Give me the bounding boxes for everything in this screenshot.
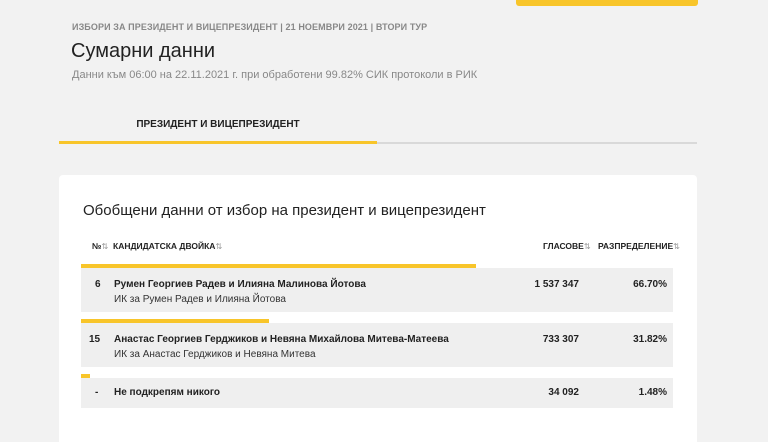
- sort-icon: ⇅: [583, 242, 591, 251]
- page-title: Сумарни данни: [71, 40, 216, 62]
- votes-value: 34 092: [548, 387, 579, 398]
- candidate-pair: Не подкрепям никого: [114, 387, 220, 398]
- sort-icon: ⇅: [673, 242, 680, 251]
- candidate-pair: Анастас Георгиев Герджиков и Невяна Миха…: [114, 334, 449, 345]
- tab-label: ПРЕЗИДЕНТ И ВИЦЕПРЕЗИДЕНТ: [136, 119, 300, 130]
- tab-president[interactable]: ПРЕЗИДЕНТ И ВИЦЕПРЕЗИДЕНТ: [59, 116, 377, 144]
- sort-icon: ⇅: [215, 242, 223, 251]
- data-status-subtitle: Данни към 06:00 на 22.11.2021 г. при обр…: [72, 69, 478, 81]
- share-value: 66.70%: [633, 279, 667, 290]
- table-row[interactable]: - Не подкрепям никого 34 092 1.48%: [81, 378, 673, 408]
- row-number: 6: [95, 279, 101, 290]
- column-header-pair[interactable]: КАНДИДАТСКА ДВОЙКА⇅: [113, 241, 222, 251]
- active-tab-indicator: [59, 141, 377, 144]
- nominating-committee: ИК за Анастас Герджиков и Невяна Митева: [114, 349, 316, 360]
- column-header-votes[interactable]: ГЛАСОВЕ⇅: [543, 241, 591, 251]
- candidate-pair: Румен Георгиев Радев и Илияна Малинова Й…: [114, 279, 366, 290]
- column-header-share[interactable]: РАЗПРЕДЕЛЕНИЕ⇅: [598, 241, 680, 251]
- sort-icon: ⇅: [101, 242, 109, 251]
- share-value: 31.82%: [633, 334, 667, 345]
- table-row[interactable]: 6 Румен Георгиев Радев и Илияна Малинова…: [81, 268, 673, 312]
- results-card: Обобщени данни от избор на президент и в…: [59, 175, 697, 442]
- row-number: 15: [89, 334, 101, 345]
- tab-bar: ПРЕЗИДЕНТ И ВИЦЕПРЕЗИДЕНТ: [59, 116, 697, 144]
- table-row[interactable]: 15 Анастас Георгиев Герджиков и Невяна М…: [81, 323, 673, 367]
- column-header-number[interactable]: №⇅: [92, 241, 108, 251]
- top-action-button[interactable]: [516, 0, 698, 6]
- share-value: 1.48%: [638, 387, 667, 398]
- votes-value: 733 307: [542, 334, 579, 345]
- breadcrumb: ИЗБОРИ ЗА ПРЕЗИДЕНТ И ВИЦЕПРЕЗИДЕНТ | 21…: [72, 22, 428, 32]
- votes-value: 1 537 347: [534, 279, 580, 290]
- nominating-committee: ИК за Румен Радев и Илияна Йотова: [114, 294, 286, 305]
- row-number: -: [95, 387, 99, 398]
- results-card-title: Обобщени данни от избор на президент и в…: [83, 202, 486, 219]
